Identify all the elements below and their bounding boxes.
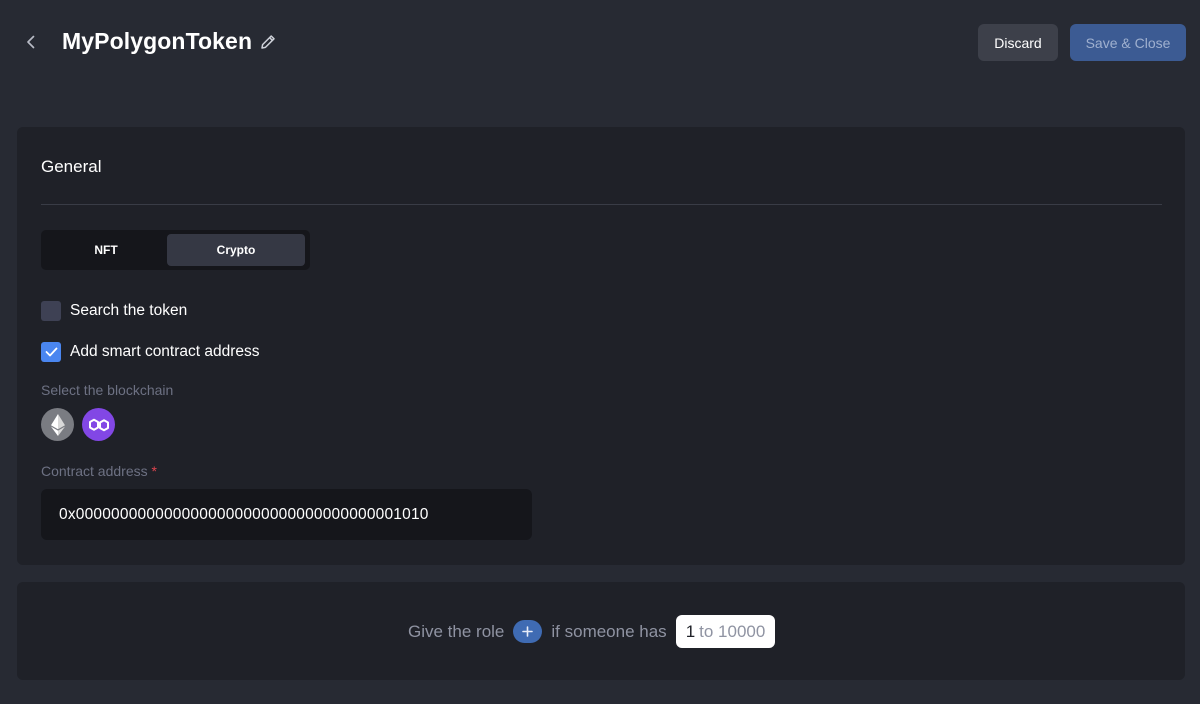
token-amount-range-input[interactable]: 1 to 10000 <box>675 615 776 648</box>
pencil-icon[interactable] <box>258 32 278 52</box>
section-title: General <box>41 157 102 176</box>
search-token-option[interactable]: Search the token <box>41 301 187 321</box>
back-button[interactable] <box>20 30 42 54</box>
role-prefix-text: Give the role <box>408 621 505 641</box>
blockchain-label: Select the blockchain <box>41 382 174 398</box>
chevron-left-icon <box>27 35 35 49</box>
token-type-switch: NFT Crypto <box>41 230 310 270</box>
plus-icon <box>522 626 534 637</box>
required-mark: * <box>151 463 157 479</box>
search-token-checkbox[interactable] <box>41 301 61 321</box>
add-contract-option[interactable]: Add smart contract address <box>41 342 260 362</box>
add-role-button[interactable] <box>513 620 543 643</box>
polygon-icon[interactable] <box>82 408 115 441</box>
tab-crypto[interactable]: Crypto <box>167 234 305 266</box>
tab-nft[interactable]: NFT <box>45 234 167 266</box>
ethereum-icon[interactable] <box>41 408 74 441</box>
contract-address-input[interactable] <box>41 489 532 540</box>
top-bar: MyPolygonToken Discard Save & Close <box>0 0 1200 86</box>
range-min-value: 1 <box>685 621 696 641</box>
role-middle-text: if someone has <box>551 621 667 641</box>
discard-button[interactable]: Discard <box>978 24 1058 61</box>
range-max-text: to 10000 <box>699 621 766 641</box>
page-title: MyPolygonToken <box>62 28 253 54</box>
contract-address-label-text: Contract address <box>41 463 148 479</box>
search-token-label: Search the token <box>70 302 188 319</box>
role-condition-card: Give the role if someone has 1 to 10000 <box>17 582 1185 680</box>
add-contract-checkbox[interactable] <box>41 342 61 362</box>
save-close-button[interactable]: Save & Close <box>1070 24 1186 61</box>
checkmark-icon <box>45 347 57 357</box>
add-contract-label: Add smart contract address <box>70 343 260 360</box>
role-condition-row: Give the role if someone has 1 to 10000 <box>408 615 776 648</box>
contract-address-label: Contract address * <box>41 463 157 479</box>
general-card: General NFT Crypto Search the token Add … <box>17 127 1185 565</box>
divider <box>41 204 1162 205</box>
